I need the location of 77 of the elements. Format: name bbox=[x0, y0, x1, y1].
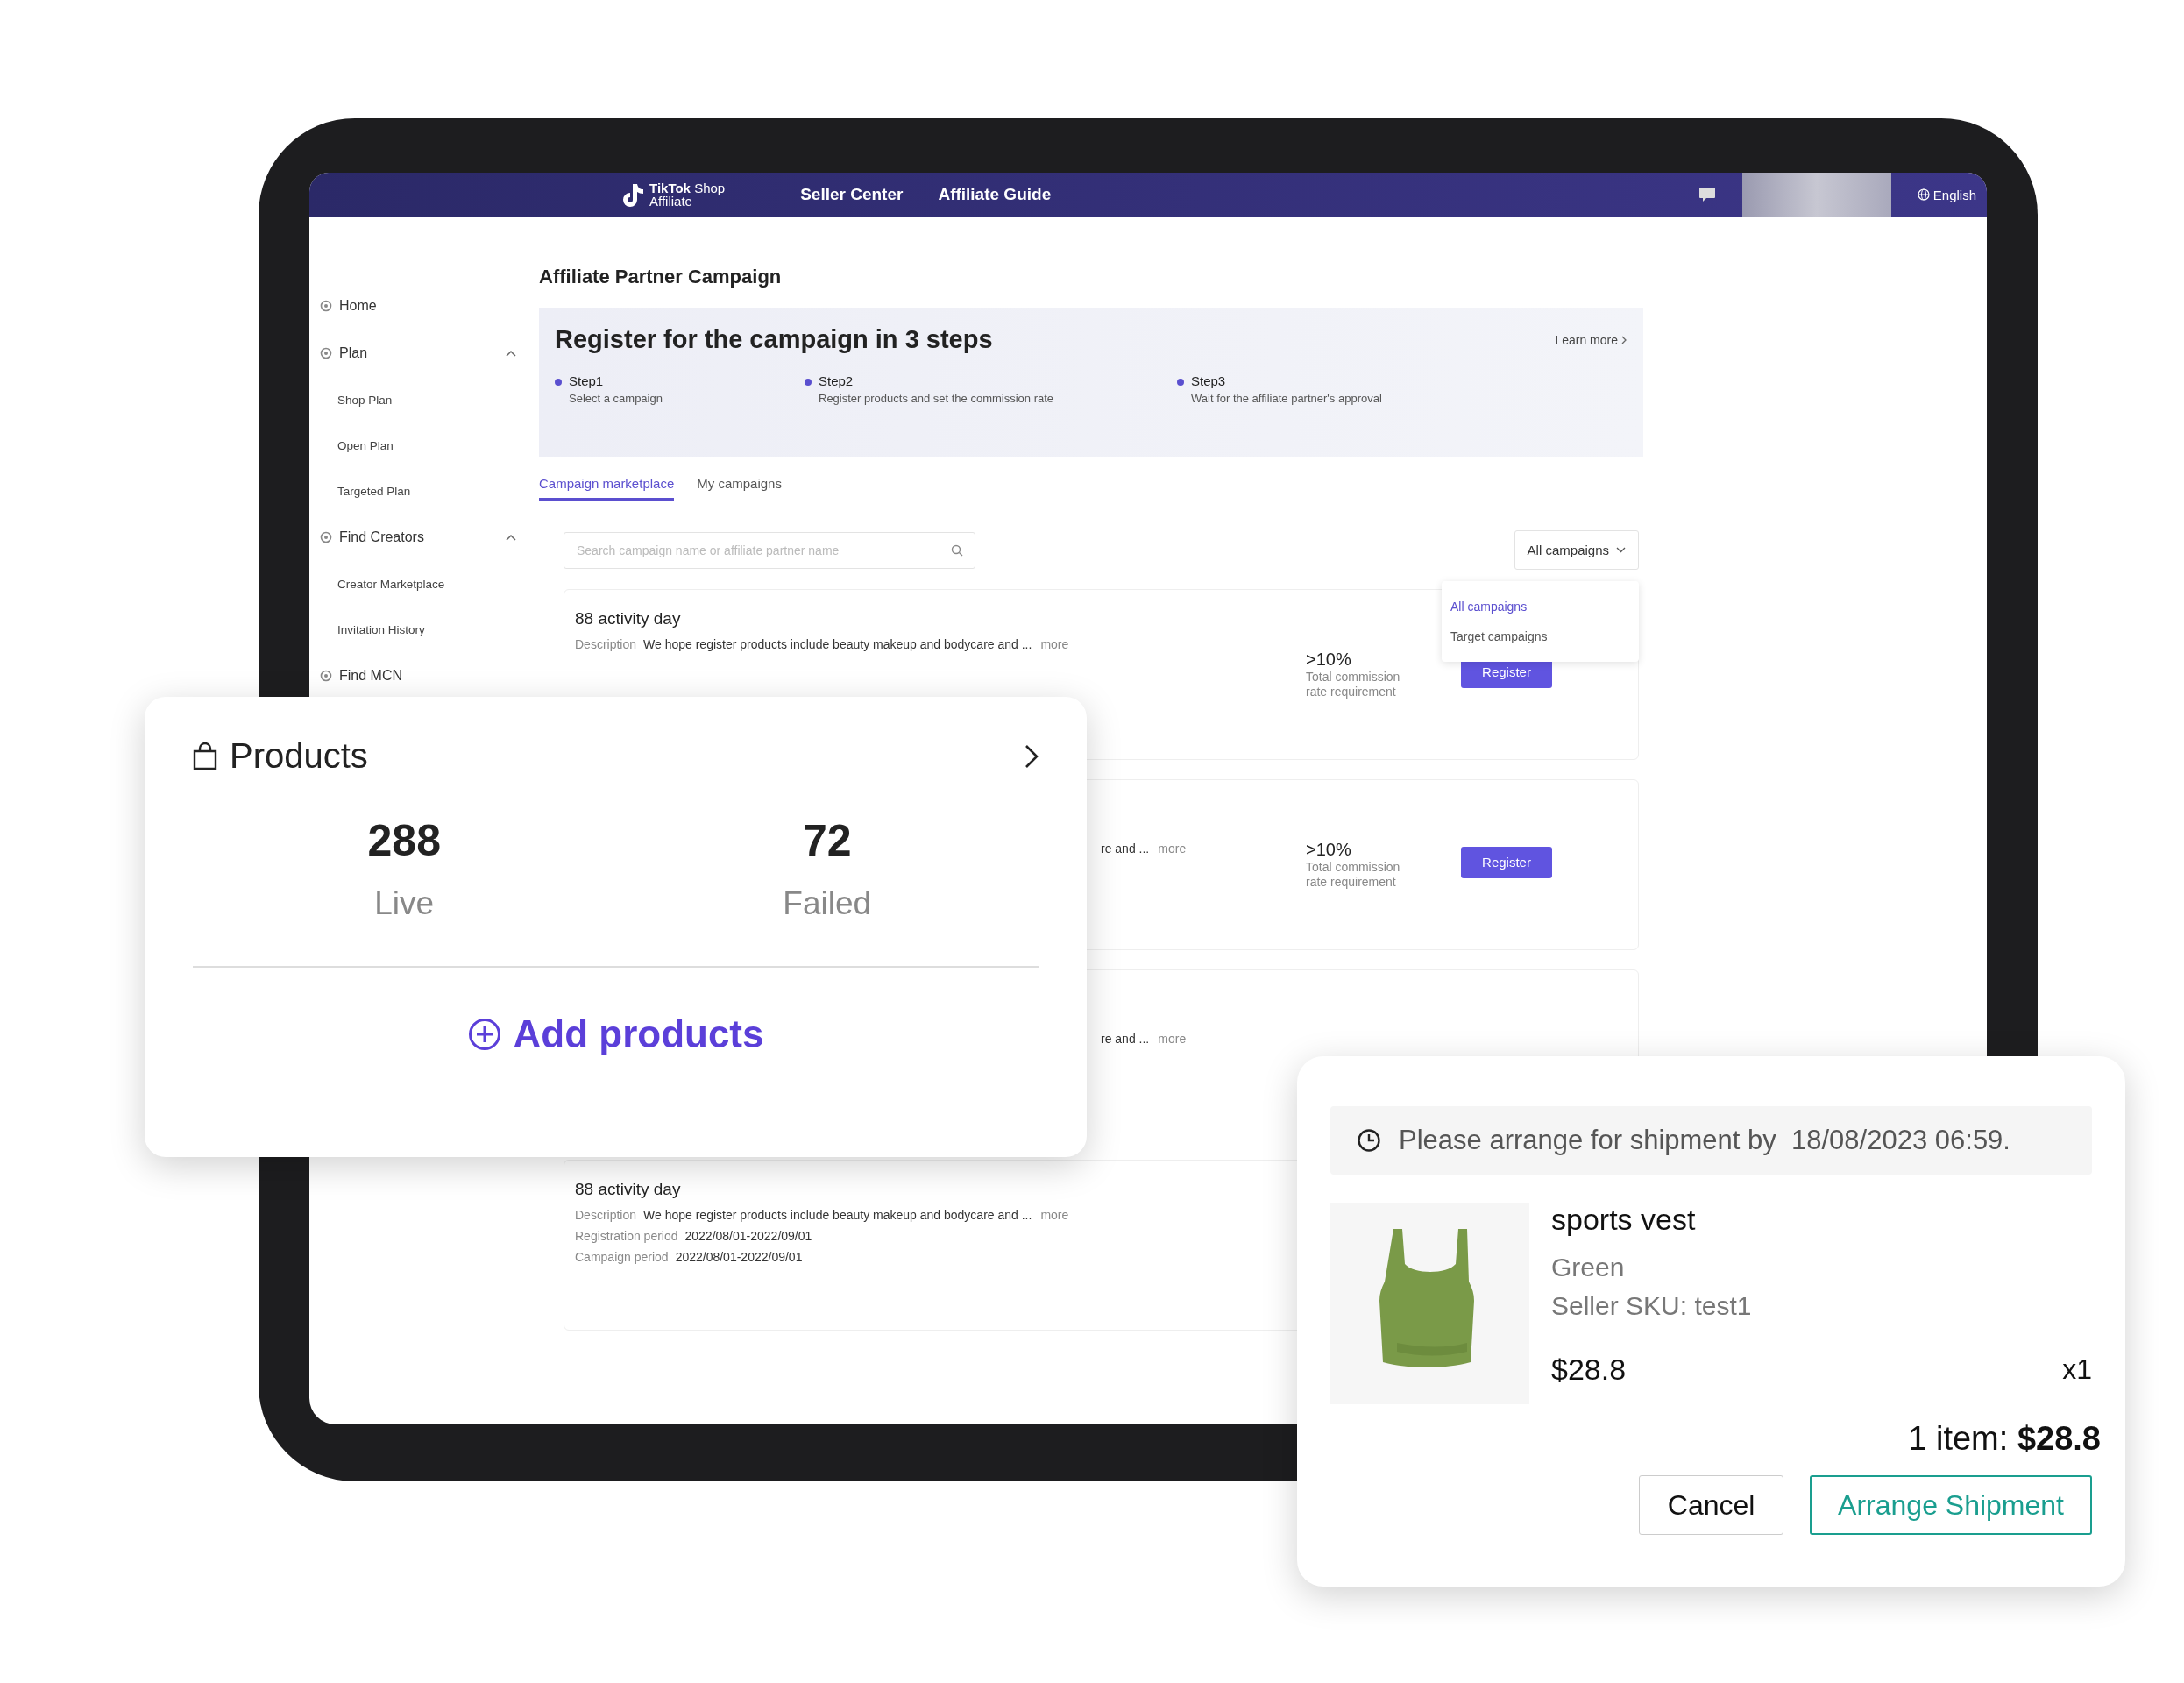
step-dot bbox=[1177, 379, 1184, 386]
campaign-title: 88 activity day bbox=[575, 1180, 682, 1199]
commission-label: Total commission rate requirement bbox=[1306, 670, 1401, 699]
commission-value: >10% bbox=[1306, 840, 1352, 860]
more-link[interactable]: more bbox=[1040, 637, 1069, 651]
seller-sku: Seller SKU: test1 bbox=[1551, 1291, 1753, 1321]
music-note-icon bbox=[621, 182, 644, 207]
tab[interactable]: Campaign marketplace bbox=[539, 476, 675, 501]
add-products-button[interactable]: Add products bbox=[462, 1012, 769, 1057]
more-link[interactable]: more bbox=[1040, 1208, 1069, 1222]
step-label: Step2 bbox=[819, 373, 854, 388]
order-total: 1 item: $28.8 bbox=[1907, 1420, 2101, 1458]
menu-item-icon bbox=[320, 300, 332, 312]
notice-text: Please arrange for shipment by 18/08/2023 06:59. bbox=[1399, 1125, 2010, 1156]
dropdown-option[interactable]: Target campaigns bbox=[1450, 626, 1630, 647]
period-text: Registration period 2022/08/01-2022/09/01 bbox=[575, 1229, 813, 1243]
menu-item-icon bbox=[320, 531, 332, 543]
menu-item-icon bbox=[320, 670, 332, 682]
dropdown-option[interactable]: All campaigns bbox=[1450, 596, 1630, 617]
plus-circle-icon bbox=[467, 1018, 501, 1051]
sidebar-subitem[interactable]: Creator Marketplace bbox=[309, 561, 539, 607]
banner-title: Register for the campaign in 3 steps bbox=[555, 325, 994, 354]
chevron-right-icon bbox=[1621, 335, 1627, 344]
chevron-down-icon bbox=[1616, 547, 1626, 553]
sidebar-subitem[interactable]: Open Plan bbox=[309, 423, 539, 468]
register-button[interactable]: Register bbox=[1461, 846, 1552, 878]
stat-label: Live bbox=[373, 885, 436, 922]
commission-value: >10% bbox=[1306, 650, 1352, 670]
cancel-button[interactable]: Cancel bbox=[1639, 1475, 1784, 1535]
language-selector[interactable]: English bbox=[1917, 187, 1976, 202]
step-text: Register products and set the commission rate bbox=[819, 392, 1054, 405]
step-text: Wait for the affiliate partner's approval bbox=[1191, 392, 1382, 405]
more-link[interactable]: more bbox=[1158, 1032, 1187, 1046]
search-field[interactable]: Search campaign name or affiliate partner name bbox=[564, 531, 975, 569]
logo-text: TikTok Shop bbox=[649, 181, 726, 195]
step-dot bbox=[555, 379, 562, 386]
stat-value: 288 bbox=[366, 815, 442, 866]
quantity: x1 bbox=[2062, 1353, 2092, 1386]
chevron-icon[interactable] bbox=[506, 350, 516, 357]
chevron-icon[interactable] bbox=[506, 534, 516, 541]
globe-icon bbox=[1917, 188, 1930, 201]
tab[interactable]: My campaigns bbox=[697, 476, 782, 501]
description-text: Description We hope register products include beauty makeup and bodycare and ... more bbox=[575, 1208, 1070, 1222]
product-price: $28.8 bbox=[1551, 1353, 1627, 1387]
description-text: Description We hope register products include beauty makeup and bodycare and ... more bbox=[575, 637, 1070, 651]
sidebar-item[interactable]: Find Creators bbox=[309, 514, 539, 561]
sidebar-subitem[interactable]: Targeted Plan bbox=[309, 468, 539, 514]
product-variant: Green bbox=[1551, 1253, 1626, 1282]
nav-link[interactable]: Seller Center bbox=[800, 185, 904, 204]
chevron-right-icon[interactable] bbox=[1025, 743, 1039, 769]
step-dot bbox=[805, 379, 812, 386]
sidebar-subitem[interactable]: Shop Plan bbox=[309, 377, 539, 423]
step-text: Select a campaign bbox=[569, 392, 663, 405]
sidebar-item[interactable]: Home bbox=[309, 282, 539, 330]
clock-icon bbox=[1357, 1128, 1381, 1153]
nav-link[interactable]: Affiliate Guide bbox=[938, 185, 1052, 204]
learn-more-link[interactable]: Learn more bbox=[1555, 332, 1627, 347]
campaign-filter-dropdown[interactable]: All campaigns bbox=[1514, 530, 1639, 570]
period-text: Campaign period 2022/08/01-2022/09/01 bbox=[575, 1250, 804, 1264]
card-title: Products bbox=[230, 736, 369, 776]
page-title: Affiliate Partner Campaign bbox=[539, 266, 783, 288]
sidebar-item[interactable]: Plan bbox=[309, 330, 539, 377]
menu-item-icon bbox=[320, 347, 332, 359]
sidebar-subitem[interactable]: Invitation History bbox=[309, 607, 539, 652]
step-label: Step3 bbox=[1191, 373, 1227, 388]
stat-label: Failed bbox=[782, 885, 873, 922]
logo-subtext: Affiliate bbox=[649, 195, 693, 208]
search-icon[interactable] bbox=[951, 543, 963, 557]
chat-icon[interactable] bbox=[1698, 187, 1716, 202]
more-link[interactable]: more bbox=[1158, 842, 1187, 856]
campaign-title: 88 activity day bbox=[575, 609, 682, 628]
shopping-bag-icon bbox=[193, 742, 217, 770]
commission-label: Total commission rate requirement bbox=[1306, 860, 1401, 890]
product-name: sports vest bbox=[1551, 1203, 1697, 1237]
sidebar-item[interactable]: Find MCN bbox=[309, 652, 539, 699]
step-label: Step1 bbox=[569, 373, 605, 388]
stat-value: 72 bbox=[801, 815, 853, 866]
